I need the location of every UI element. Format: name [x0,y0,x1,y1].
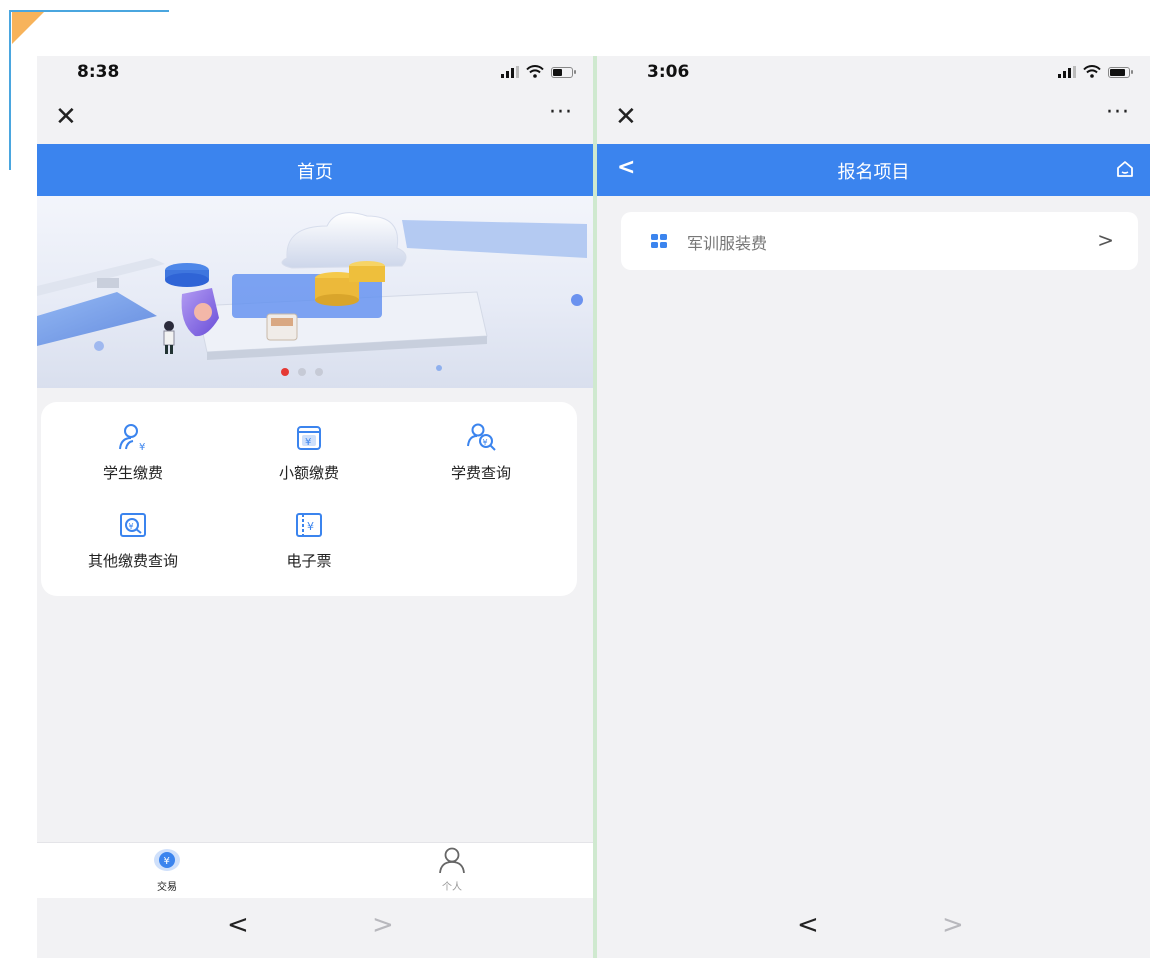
home-icon[interactable] [1116,160,1134,178]
more-icon[interactable]: ··· [549,100,573,125]
mini-program-bar: ✕ ··· [37,94,593,144]
page-title: 首页 [297,162,333,183]
mini-program-bar: ✕ ··· [597,94,1150,144]
chevron-right-icon: > [1097,228,1114,252]
tab-bar: ¥ 交易 个人 [37,842,593,898]
right-screen: 3:06 ✕ ··· < 报名项目 军训服装费 > < > [597,56,1150,958]
forward-arrow-icon[interactable]: > [372,912,394,938]
svg-text:¥: ¥ [164,856,170,867]
tab-person[interactable]: 个人 [422,847,482,893]
more-icon[interactable]: ··· [1106,100,1130,125]
tab-transaction[interactable]: ¥ 交易 [137,847,197,893]
svg-text:¥: ¥ [307,520,314,533]
forward-arrow-icon[interactable]: > [942,912,964,938]
menu-item-e-ticket[interactable]: ¥ 电子票 [239,510,379,571]
header-bar: 首页 [37,144,593,196]
system-icons [501,65,576,78]
header-bar: < 报名项目 [597,144,1150,196]
tab-label: 交易 [157,882,177,893]
carousel-dot[interactable] [298,368,306,376]
status-time: 3:06 [647,62,690,82]
browser-nav: < > [597,898,1150,958]
list-item[interactable]: 军训服装费 > [621,212,1138,270]
svg-text:¥: ¥ [483,438,488,447]
signal-icon [1058,66,1076,78]
system-icons [1058,65,1133,78]
banner-illustration [37,212,587,371]
menu-item-tuition-query[interactable]: ¥ 学费查询 [411,422,551,483]
carousel-indicator [281,368,323,376]
service-menu: ¥ 学生缴费 ¥ 小额缴费 ¥ 学费查询 ¥ 其他缴费查询 ¥ 电子票 [41,402,577,596]
corner-line [9,10,169,12]
menu-label: 学生缴费 [102,464,163,482]
menu-item-other-payment-query[interactable]: ¥ 其他缴费查询 [63,510,203,571]
back-arrow-icon[interactable]: < [797,912,819,938]
menu-label: 电子票 [286,552,332,570]
small-payment-icon: ¥ [297,426,321,450]
student-payment-icon: ¥ [119,424,145,452]
carousel-banner[interactable] [37,196,593,388]
svg-text:¥: ¥ [139,442,145,452]
browser-nav: < > [37,898,593,958]
page: 8:38 ✕ ··· 首页 ¥ 学生缴费 ¥ 小额缴费 ¥ 学费查询 ¥ 其他缴… [0,0,1150,958]
battery-icon [551,67,576,78]
menu-item-small-payment[interactable]: ¥ 小额缴费 [239,422,379,483]
carousel-dot[interactable] [281,368,289,376]
signal-icon [501,66,519,78]
battery-icon [1108,67,1133,78]
wifi-icon [1083,65,1101,78]
page-title: 报名项目 [837,162,910,183]
status-bar: 8:38 [37,56,593,94]
transaction-icon: ¥ [154,849,180,871]
menu-item-student-payment[interactable]: ¥ 学生缴费 [63,422,203,483]
close-icon[interactable]: ✕ [615,104,637,130]
corner-line [9,10,11,170]
close-icon[interactable]: ✕ [55,104,77,130]
tab-label: 个人 [442,882,462,893]
svg-text:¥: ¥ [305,437,311,448]
menu-label: 其他缴费查询 [87,552,178,570]
grid-icon [651,234,667,248]
svg-text:¥: ¥ [129,522,134,531]
list-item-label: 军训服装费 [687,234,768,253]
wifi-icon [526,65,544,78]
status-bar: 3:06 [597,56,1150,94]
back-arrow-icon[interactable]: < [227,912,249,938]
tuition-query-icon: ¥ [467,423,496,451]
left-screen: 8:38 ✕ ··· 首页 ¥ 学生缴费 ¥ 小额缴费 ¥ 学费查询 ¥ 其他缴… [37,56,593,958]
e-ticket-icon: ¥ [296,513,322,537]
person-icon [439,847,465,874]
menu-label: 学费查询 [450,464,511,482]
status-time: 8:38 [77,62,120,82]
menu-label: 小额缴费 [278,464,339,482]
carousel-dot[interactable] [315,368,323,376]
corner-decoration [12,12,44,44]
other-payment-query-icon: ¥ [120,513,146,537]
